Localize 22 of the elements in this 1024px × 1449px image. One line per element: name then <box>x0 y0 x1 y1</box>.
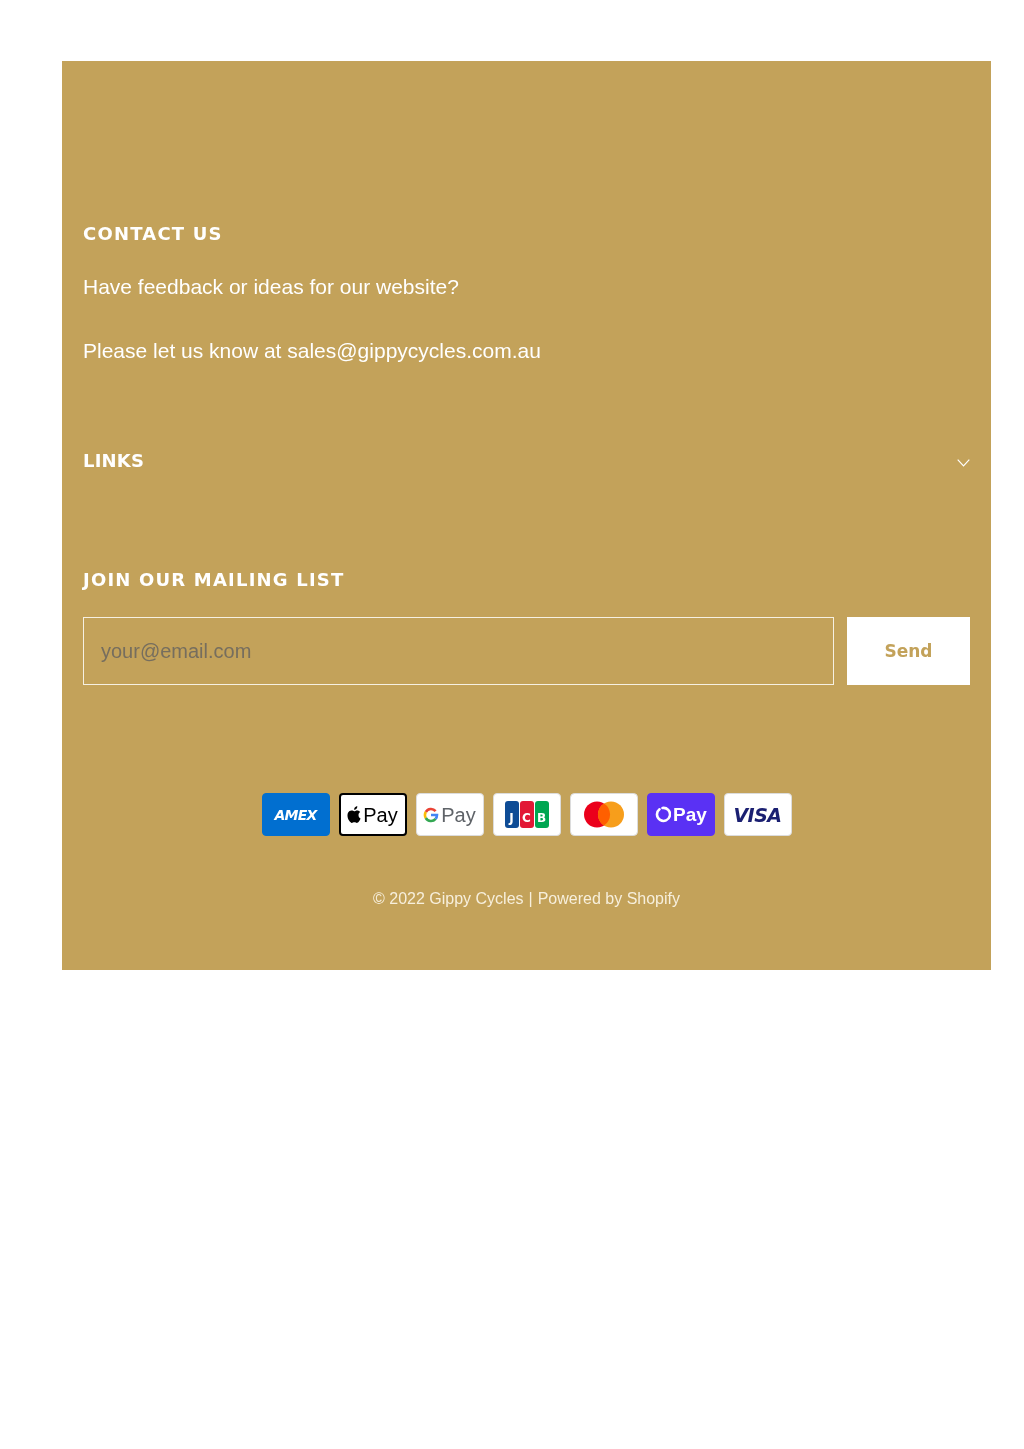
jcb-letter: C <box>519 801 534 828</box>
section-heading: CONTACT US <box>83 222 224 246</box>
section-heading: JOIN OUR MAILING LIST <box>83 568 346 592</box>
separator-text: | <box>528 890 533 907</box>
google-g-icon <box>423 806 440 823</box>
visa-logo: VISA <box>723 793 792 836</box>
powered-by-link[interactable]: Powered by Shopify <box>537 890 680 907</box>
ring-icon <box>654 806 672 823</box>
contact-paragraph: Please let us know at sales@gippycycles.com.au <box>83 338 542 364</box>
jcb-letter: J <box>504 801 519 828</box>
jcb-letter: B <box>534 801 549 828</box>
apple-icon <box>347 806 362 823</box>
send-button[interactable]: Send <box>847 617 970 685</box>
links-accordion-toggle[interactable]: LINKS <box>83 449 970 473</box>
copyright-text: © 2022 Gippy Cycles <box>373 890 524 907</box>
pay-label: Pay <box>441 802 476 827</box>
mastercard-icon <box>569 793 638 836</box>
pay-label: Pay <box>363 802 398 827</box>
email-field[interactable]: your@email.com <box>83 617 834 685</box>
contact-paragraph: Have feedback or ideas for our website? <box>83 274 460 300</box>
pay-label: Pay <box>673 802 707 827</box>
amex-logo: AMEX <box>261 793 330 836</box>
